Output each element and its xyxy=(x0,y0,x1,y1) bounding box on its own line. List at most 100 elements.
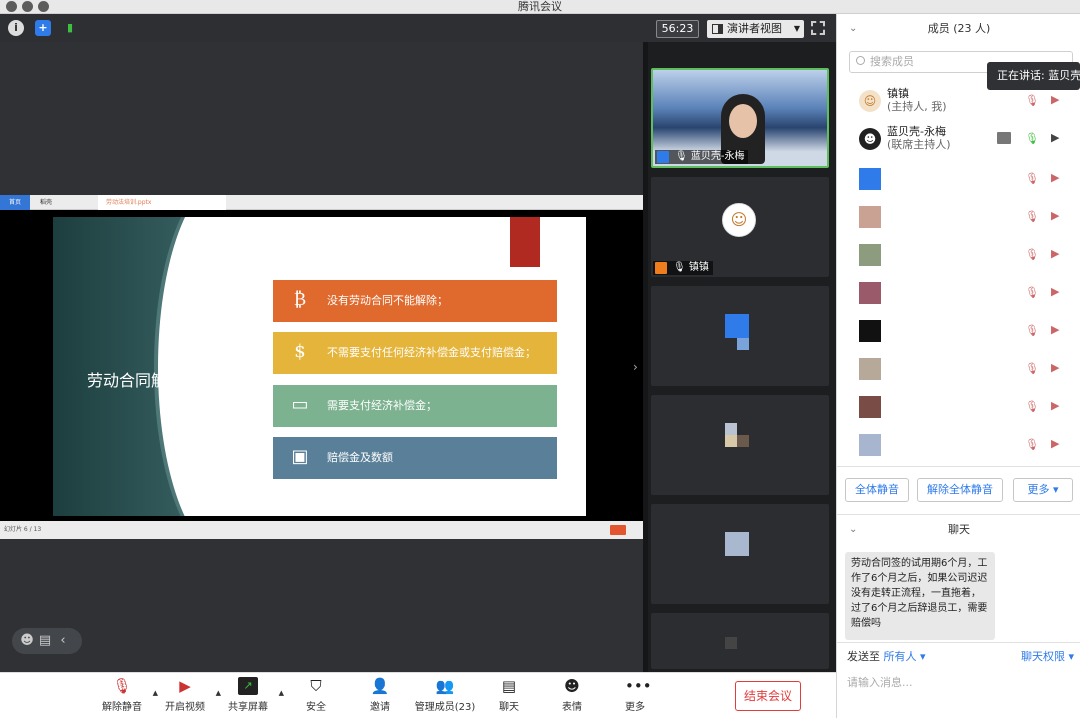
window-titlebar: 腾讯会议 xyxy=(0,0,1080,14)
mic-muted-icon[interactable]: 🎙 xyxy=(1025,438,1039,452)
mosaic-avatar xyxy=(725,532,749,556)
manage-members-button[interactable]: 👥 管理成员(23) xyxy=(414,677,476,713)
camera-off-icon[interactable]: ▶ xyxy=(1051,94,1067,106)
caret-up-icon[interactable]: ▲ xyxy=(279,689,284,697)
avatar: ☺ xyxy=(859,90,881,112)
screen-share-icon xyxy=(997,132,1011,144)
send-to-label: 发送至 xyxy=(847,650,880,663)
shared-screen: 首页 稻壳 劳动法培训.pptx 劳动合同解除 ₿ 没有劳动合同不能解除； $ … xyxy=(0,195,643,539)
video-tile-3[interactable] xyxy=(651,286,829,386)
mosaic-avatar xyxy=(725,314,749,338)
invite-label: 邀请 xyxy=(370,702,390,713)
chat-message-input[interactable]: 请输入消息... xyxy=(847,674,913,690)
mosaic-avatar xyxy=(725,435,737,447)
view-mode-select[interactable]: 演讲者视图 ▼ xyxy=(707,20,804,38)
more-members-button[interactable]: 更多 ▾ xyxy=(1013,478,1073,502)
unmute-label: 解除静音 xyxy=(102,702,142,713)
tile-name-label: 🎙 镇镇 xyxy=(653,261,713,275)
camera-off-icon: ▶ xyxy=(179,677,191,695)
camera-icon[interactable]: ▶ xyxy=(1051,132,1067,144)
chat-permission-button[interactable]: 聊天权限 ▾ xyxy=(1021,648,1074,664)
unmute-button[interactable]: 🎙 解除静音 ▲ xyxy=(94,677,158,713)
window-title: 腾讯会议 xyxy=(518,0,562,13)
fullscreen-icon[interactable] xyxy=(811,21,825,35)
slide-item-3: ▭ 需要支付经济补偿金； xyxy=(273,385,557,427)
chevron-down-icon[interactable]: ⌄ xyxy=(849,14,857,44)
reaction-bar[interactable]: ☻ ▤ ‹ xyxy=(12,628,82,654)
chevron-right-icon[interactable]: › xyxy=(633,360,638,374)
camera-off-icon[interactable]: ▶ xyxy=(1051,400,1067,412)
video-tile-4[interactable] xyxy=(651,395,829,495)
chevron-down-icon: ▼ xyxy=(793,24,800,33)
mic-muted-icon[interactable]: 🎙 xyxy=(1025,94,1039,108)
unmute-all-button[interactable]: 解除全体静音 xyxy=(917,478,1003,502)
tab-docer[interactable]: 稻壳 xyxy=(34,195,96,210)
chevron-left-icon[interactable]: ‹ xyxy=(54,628,72,654)
avatar xyxy=(859,320,881,342)
mic-muted-icon[interactable]: 🎙 xyxy=(1025,210,1039,224)
play-slideshow-button[interactable] xyxy=(610,525,626,535)
chat-bubble-icon[interactable]: ▤ xyxy=(36,628,54,654)
slide-item-text: 没有劳动合同不能解除； xyxy=(327,294,448,307)
chat-header: ⌄ 聊天 xyxy=(837,516,1080,544)
reactions-button[interactable]: ☻ 表情 xyxy=(544,677,600,713)
chevron-down-icon[interactable]: ⌄ xyxy=(849,516,857,544)
info-icon[interactable]: i xyxy=(8,20,24,36)
member-row[interactable]: 🎙 ▶ xyxy=(837,388,1080,426)
member-row[interactable]: 🎙 ▶ xyxy=(837,160,1080,198)
member-row[interactable]: 🎙 ▶ xyxy=(837,274,1080,312)
video-tile-6[interactable] xyxy=(651,613,829,669)
avatar xyxy=(859,396,881,418)
mic-muted-icon[interactable]: 🎙 xyxy=(1025,324,1039,338)
speaking-tooltip: 正在讲话: 蓝贝壳 xyxy=(987,62,1080,90)
invite-button[interactable]: 👤 邀请 xyxy=(352,677,408,713)
meeting-timer: 56:23 xyxy=(656,20,699,38)
mic-muted-icon[interactable]: 🎙 xyxy=(1025,248,1039,262)
divider xyxy=(837,642,1080,643)
video-tile-5[interactable] xyxy=(651,504,829,604)
avatar xyxy=(859,168,881,190)
start-video-button[interactable]: ▶ 开启视频 ▲ xyxy=(157,677,221,713)
mic-muted-icon[interactable]: 🎙 xyxy=(1025,172,1039,186)
member-row[interactable]: 🎙 ▶ xyxy=(837,312,1080,350)
member-row[interactable]: 🎙 ▶ xyxy=(837,350,1080,388)
mic-on-icon[interactable]: 🎙 xyxy=(1025,132,1039,146)
slide-counter: 幻灯片 6 / 13 xyxy=(4,526,42,533)
mic-muted-icon[interactable]: 🎙 xyxy=(1025,362,1039,376)
security-button[interactable]: ⛉ 安全 xyxy=(288,677,344,713)
share-screen-button[interactable]: ↗ 共享屏幕 ▲ xyxy=(220,677,284,713)
end-meeting-button[interactable]: 结束会议 xyxy=(735,681,801,711)
camera-off-icon[interactable]: ▶ xyxy=(1051,210,1067,222)
camera-off-icon[interactable]: ▶ xyxy=(1051,286,1067,298)
video-tile-speaker[interactable]: 🎙 蓝贝壳-永梅 xyxy=(651,68,829,168)
more-icon: ••• xyxy=(625,677,652,695)
presentation-slide: 劳动合同解除 ₿ 没有劳动合同不能解除； $ 不需要支付任何经济补偿金或支付赔偿… xyxy=(53,217,586,516)
member-row-cohost[interactable]: ☻ 蓝贝壳-永梅 (联席主持人) 🎙 ▶ xyxy=(837,120,1080,158)
tab-home[interactable]: 首页 xyxy=(0,195,30,210)
camera-off-icon[interactable]: ▶ xyxy=(1051,362,1067,374)
video-tile-host[interactable]: ☺ 🎙 镇镇 xyxy=(651,177,829,277)
reactions-label: 表情 xyxy=(562,702,582,713)
mic-muted-icon[interactable]: 🎙 xyxy=(1025,400,1039,414)
meeting-toolbar: 🎙 解除静音 ▲ ▶ 开启视频 ▲ ↗ 共享屏幕 ▲ ⛉ 安全 👤 邀请 👥 管… xyxy=(0,672,836,718)
user-icon xyxy=(657,151,669,163)
camera-off-icon[interactable]: ▶ xyxy=(1051,172,1067,184)
chat-button[interactable]: ▤ 聊天 xyxy=(481,677,537,713)
signal-icon[interactable]: ▮ xyxy=(62,20,78,36)
shield-icon[interactable]: + xyxy=(35,20,51,36)
tab-pptx[interactable]: 劳动法培训.pptx xyxy=(98,195,226,210)
emoji-icon[interactable]: ☻ xyxy=(18,628,36,654)
mic-muted-icon[interactable]: 🎙 xyxy=(1025,286,1039,300)
member-row[interactable]: 🎙 ▶ xyxy=(837,198,1080,236)
send-to-select[interactable]: 所有人 ▾ xyxy=(884,650,926,663)
mute-all-button[interactable]: 全体静音 xyxy=(845,478,909,502)
slide-red-tab xyxy=(510,217,540,267)
members-header: ⌄ 成员 (23 人) xyxy=(837,14,1080,44)
camera-off-icon[interactable]: ▶ xyxy=(1051,438,1067,450)
more-button[interactable]: ••• 更多 xyxy=(607,677,663,713)
member-row[interactable]: 🎙 ▶ xyxy=(837,236,1080,274)
camera-off-icon[interactable]: ▶ xyxy=(1051,248,1067,260)
security-label: 安全 xyxy=(306,702,326,713)
member-row[interactable]: 🎙 ▶ xyxy=(837,426,1080,464)
camera-off-icon[interactable]: ▶ xyxy=(1051,324,1067,336)
